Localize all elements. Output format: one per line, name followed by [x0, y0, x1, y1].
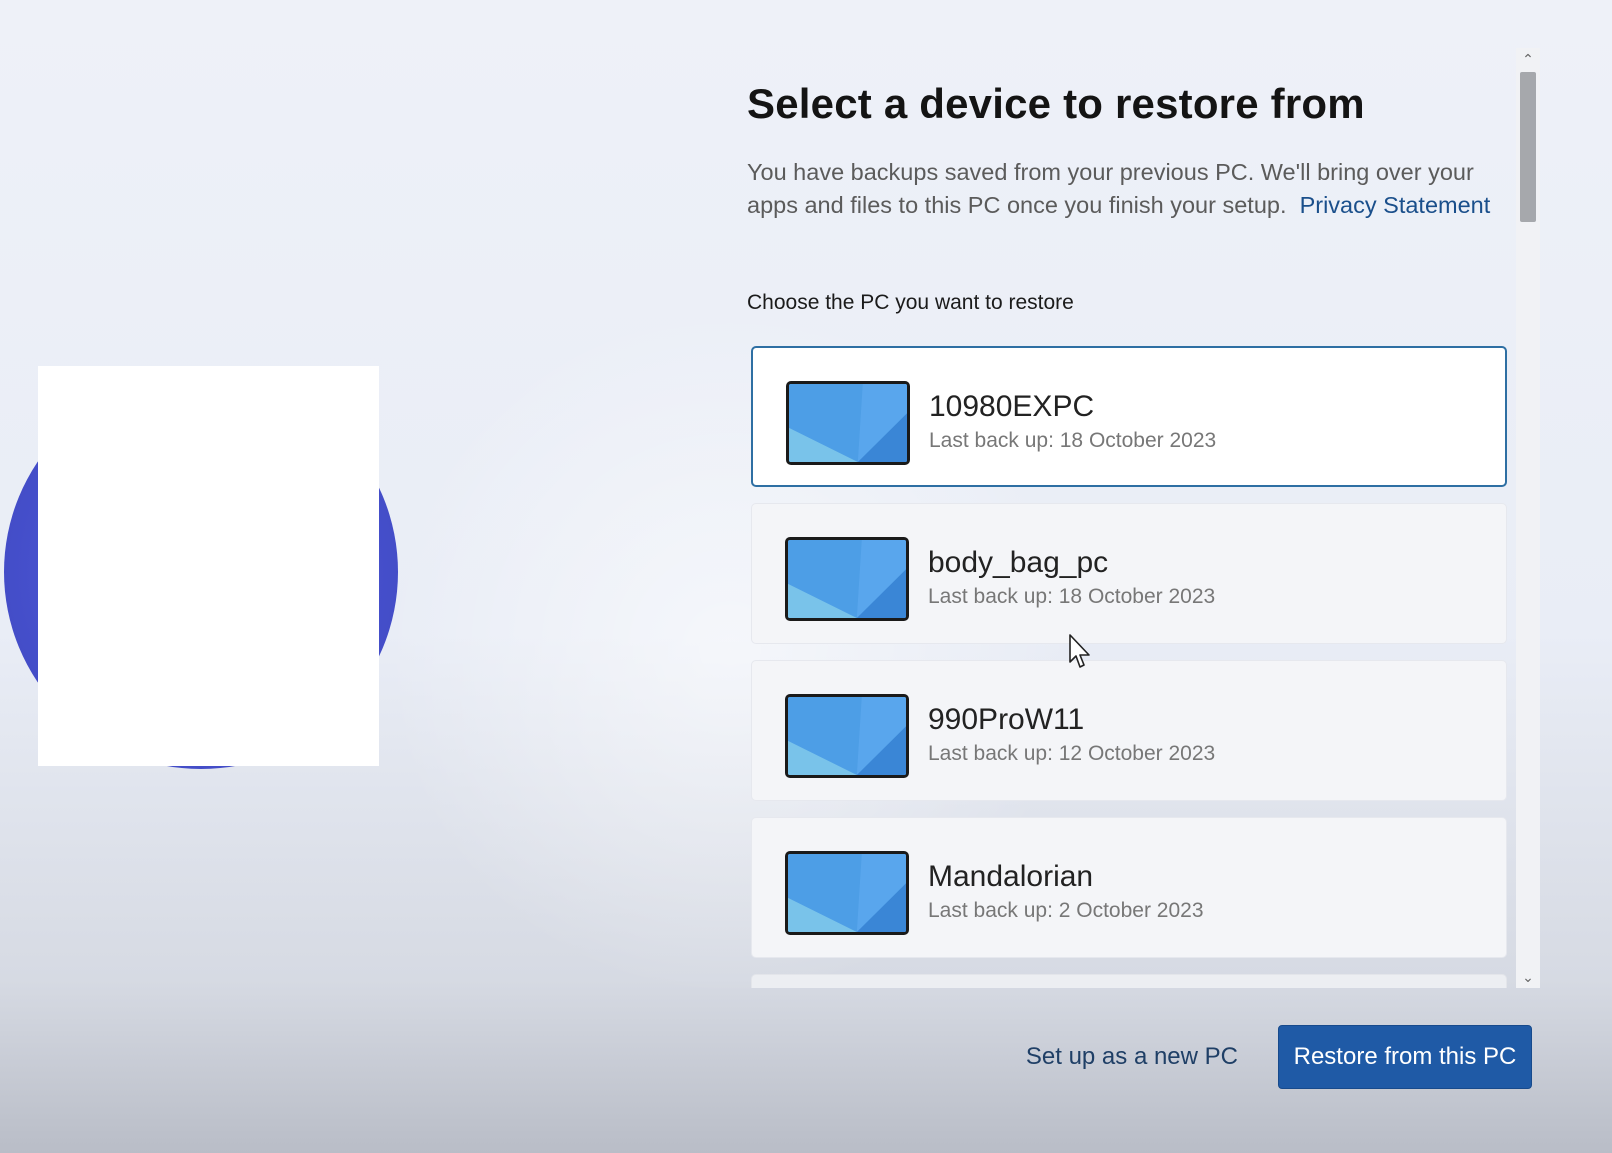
device-item-990prow11[interactable]: 990ProW11 Last back up: 12 October 2023	[751, 660, 1507, 801]
scrollbar-thumb[interactable]	[1520, 72, 1536, 222]
device-name: 10980EXPC	[929, 390, 1095, 423]
restore-panel: Select a device to restore from You have…	[747, 48, 1540, 988]
scrollbar[interactable]: ⌃ ⌄	[1516, 48, 1540, 988]
oobe-illustration	[0, 0, 420, 1153]
device-list: 10980EXPC Last back up: 18 October 2023 …	[751, 346, 1507, 988]
device-item-10980expc[interactable]: 10980EXPC Last back up: 18 October 2023	[751, 346, 1507, 487]
illustration-card	[38, 366, 379, 766]
chevron-up-icon[interactable]: ⌃	[1516, 48, 1540, 70]
device-item-body-bag-pc[interactable]: body_bag_pc Last back up: 18 October 202…	[751, 503, 1507, 644]
choose-pc-label: Choose the PC you want to restore	[747, 291, 1074, 314]
restore-from-this-pc-button[interactable]: Restore from this PC	[1278, 1025, 1532, 1089]
page-title: Select a device to restore from	[747, 80, 1365, 127]
device-item-partial[interactable]	[751, 974, 1507, 988]
laptop-screen-icon	[785, 537, 909, 621]
laptop-screen-icon	[786, 381, 910, 465]
device-name: body_bag_pc	[928, 546, 1109, 579]
scroll-content: Select a device to restore from You have…	[747, 48, 1513, 988]
device-name: 990ProW11	[928, 703, 1085, 736]
device-name: Mandalorian	[928, 860, 1094, 893]
laptop-screen-icon	[785, 694, 909, 778]
device-last-backup: Last back up: 18 October 2023	[929, 429, 1217, 452]
privacy-statement-link[interactable]: Privacy Statement	[1300, 192, 1491, 218]
setup-new-pc-button[interactable]: Set up as a new PC	[1014, 1031, 1250, 1083]
laptop-screen-icon	[785, 851, 909, 935]
mouse-pointer-icon	[1069, 634, 1090, 668]
chevron-down-icon[interactable]: ⌄	[1516, 966, 1540, 988]
device-last-backup: Last back up: 2 October 2023	[928, 899, 1204, 922]
device-item-mandalorian[interactable]: Mandalorian Last back up: 2 October 2023	[751, 817, 1507, 958]
page-description: You have backups saved from your previou…	[747, 156, 1513, 222]
device-last-backup: Last back up: 12 October 2023	[928, 742, 1216, 765]
footer-actions: Set up as a new PC Restore from this PC	[1000, 1025, 1540, 1089]
device-last-backup: Last back up: 18 October 2023	[928, 585, 1216, 608]
